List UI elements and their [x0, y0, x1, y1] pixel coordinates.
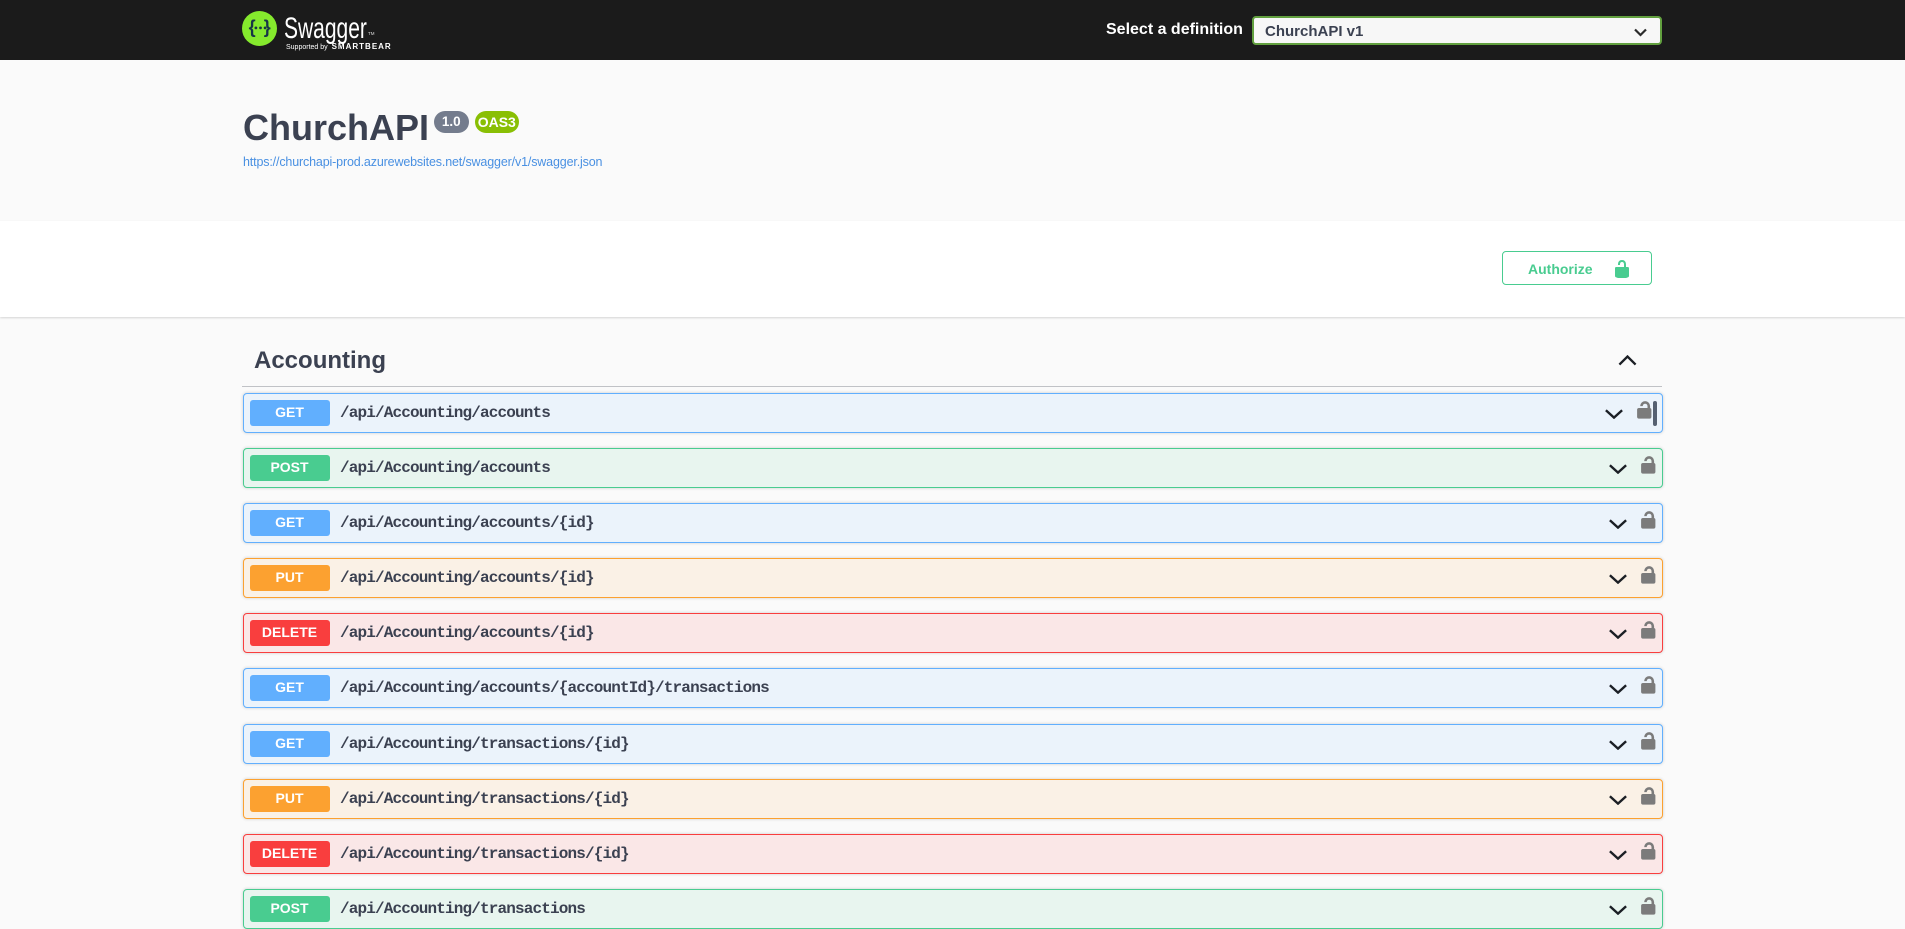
svg-text:{: {: [249, 17, 256, 37]
